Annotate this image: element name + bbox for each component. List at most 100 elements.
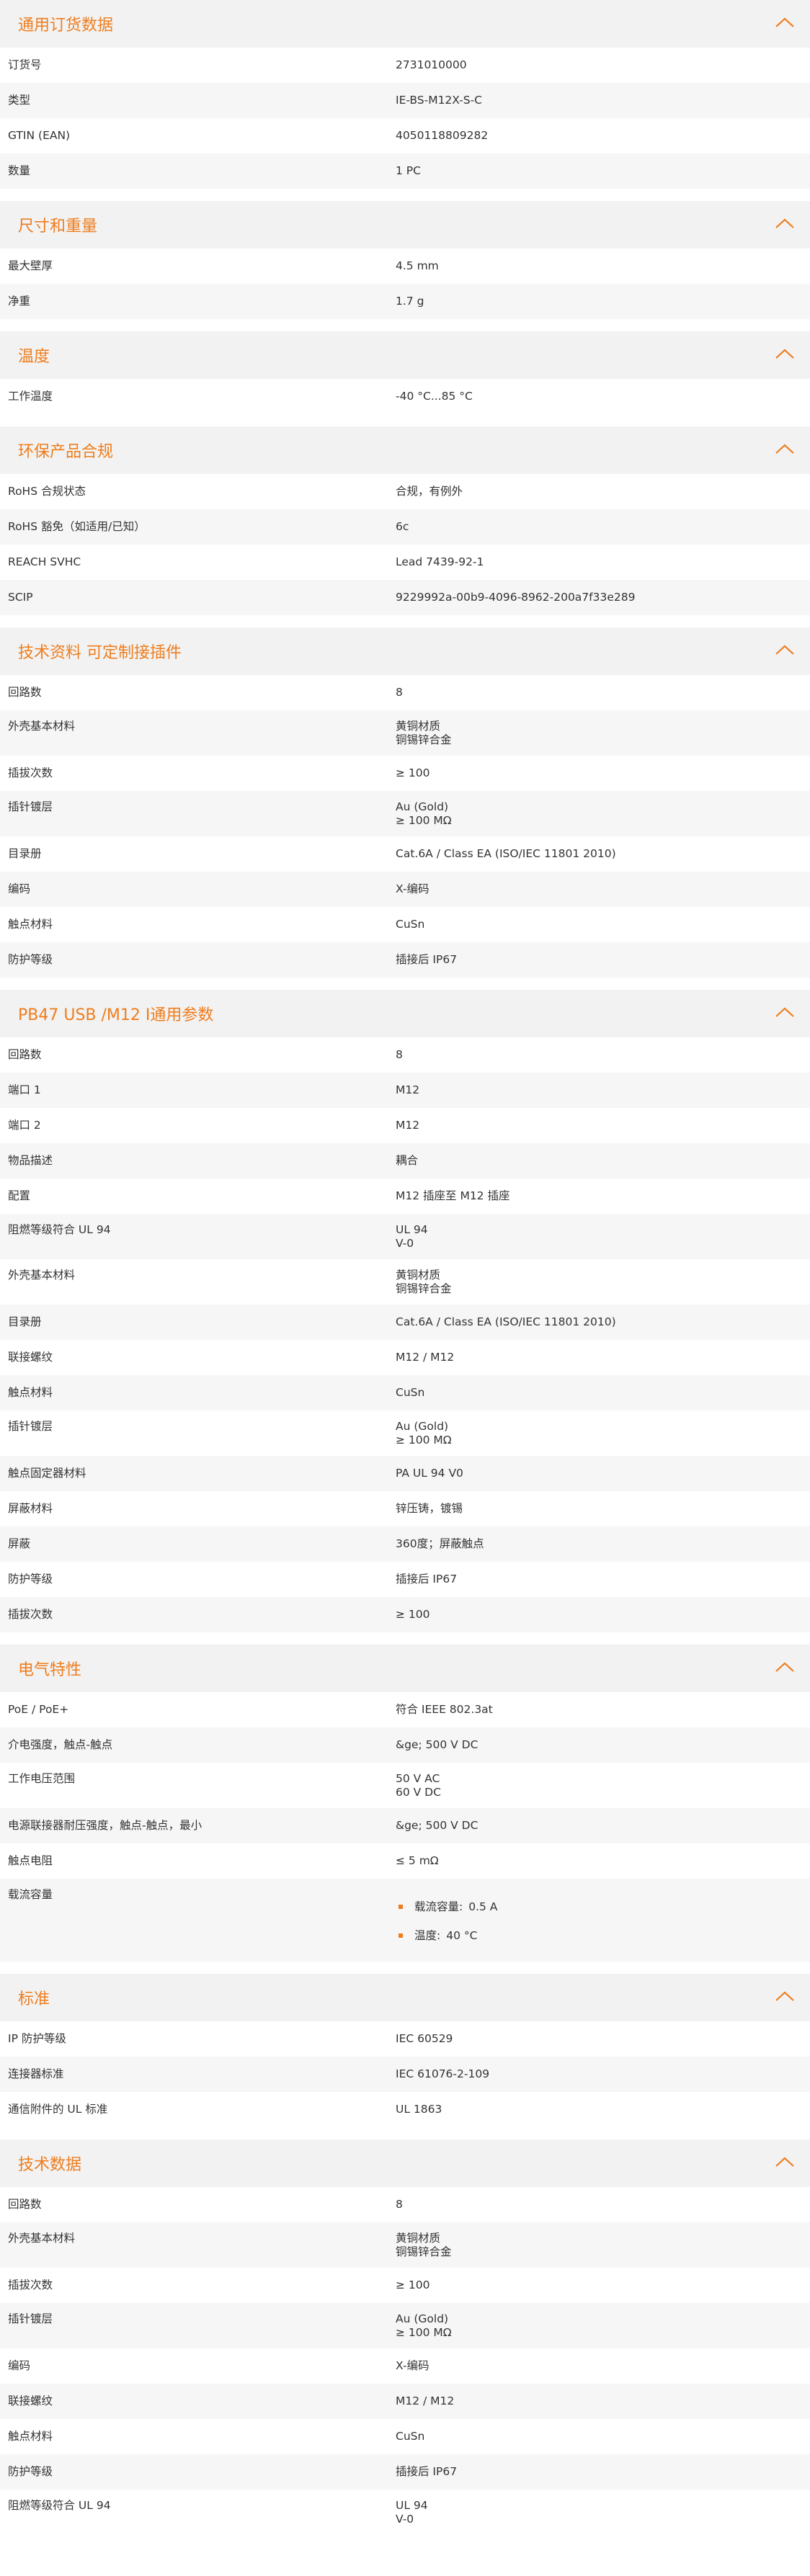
spec-value: PA UL 94 V0 [387, 1456, 810, 1491]
spec-value: M12 [387, 1073, 810, 1108]
spec-value-line: Au (Gold) [396, 1420, 449, 1433]
spec-label: 阻燃等级符合 UL 94 [8, 2499, 111, 2512]
spec-section: 通用订货数据 订货号 2731010000 类型 IE-BS-M12X-S-C GTIN … [0, 0, 810, 189]
spec-row: 阻燃等级符合 UL 94 UL 94 V-0 [0, 2490, 810, 2535]
chevron-up-icon[interactable] [774, 2155, 796, 2171]
spec-row: 插针镀层 Au (Gold) ≥ 100 MΩ [0, 2303, 810, 2348]
spec-value-line: 1 PC [396, 164, 421, 177]
spec-value-line: CuSn [396, 1386, 425, 1399]
section-header[interactable]: 电气特性 [0, 1645, 810, 1692]
spec-label: 电源联接器耐压强度，触点-触点，最小 [8, 1819, 202, 1832]
spec-value: UL 94 V-0 [387, 2490, 810, 2535]
section-header[interactable]: 环保产品合规 [0, 426, 810, 474]
section-title: 环保产品合规 [18, 443, 114, 461]
spec-row: 目录册 Cat.6A / Class EA (ISO/IEC 11801 2010… [0, 836, 810, 872]
spec-row: 触点固定器材料 PA UL 94 V0 [0, 1456, 810, 1491]
spec-value: IEC 61076-2-109 [387, 2057, 810, 2092]
spec-value: Cat.6A / Class EA (ISO/IEC 11801 2010) [387, 836, 810, 872]
section-title: 标准 [18, 1990, 50, 2008]
spec-value: 锌压铸，镀锡 [387, 1491, 810, 1526]
section-rows: 回路数 8 外壳基本材料 黄铜材质 铜锡锌合金 插拔次数 ≥ 100 插针镀层 Au (Gold… [0, 2187, 810, 2535]
spec-value: 1 PC [387, 153, 810, 189]
section-header[interactable]: 标准 [0, 1974, 810, 2021]
spec-row: 净重 1.7 g [0, 284, 810, 319]
spec-row: 外壳基本材料 黄铜材质 铜锡锌合金 [0, 1259, 810, 1305]
spec-value-line: IE-BS-M12X-S-C [396, 94, 482, 107]
chevron-up-icon[interactable] [774, 643, 796, 659]
spec-row: 防护等级 插接后 IP67 [0, 2454, 810, 2490]
spec-label: IP 防护等级 [8, 2032, 66, 2045]
spec-value: M12 / M12 [387, 2384, 810, 2419]
spec-value-line: M12 [396, 1119, 420, 1132]
spec-value-line: ≥ 100 MΩ [396, 2326, 452, 2339]
spec-row: PoE / PoE+ 符合 IEEE 802.3at [0, 1692, 810, 1727]
section-header[interactable]: 技术数据 [0, 2139, 810, 2187]
section-header[interactable]: 温度 [0, 331, 810, 379]
spec-label: 插针镀层 [8, 1420, 53, 1433]
spec-row: 触点材料 CuSn [0, 1375, 810, 1410]
spec-value: ≥ 100 [387, 2268, 810, 2303]
spec-label: PoE / PoE+ [8, 1703, 69, 1716]
spec-value: 黄铜材质 铜锡锌合金 [387, 1259, 810, 1305]
spec-value-line: 合规，有例外 [396, 485, 463, 498]
spec-value-line: 9229992a-00b9-4096-8962-200a7f33e289 [396, 591, 636, 604]
spec-label: REACH SVHC [8, 555, 81, 568]
spec-label: 联接螺纹 [8, 2394, 53, 2407]
product-spec-page: 通用订货数据 订货号 2731010000 类型 IE-BS-M12X-S-C GTIN … [0, 0, 810, 2535]
spec-value-line: 黄铜材质 [396, 2232, 441, 2245]
spec-value-line: X-编码 [396, 882, 430, 895]
spec-label: 防护等级 [8, 2465, 53, 2478]
spec-row: 外壳基本材料 黄铜材质 铜锡锌合金 [0, 2222, 810, 2268]
spec-value: X-编码 [387, 872, 810, 907]
chevron-up-icon[interactable] [774, 16, 796, 32]
spec-value-line: 6c [396, 520, 409, 533]
spec-label: 物品描述 [8, 1154, 53, 1167]
section-title: 电气特性 [18, 1661, 82, 1679]
section-title: 尺寸和重量 [18, 218, 98, 236]
spec-value-line: &ge; 500 V DC [396, 1819, 479, 1832]
chevron-up-icon[interactable] [774, 442, 796, 458]
section-header[interactable]: 尺寸和重量 [0, 201, 810, 249]
spec-value-line: Cat.6A / Class EA (ISO/IEC 11801 2010) [396, 847, 616, 860]
spec-label: 端口 1 [8, 1083, 41, 1096]
spec-value: 1.7 g [387, 284, 810, 319]
spec-section: 环保产品合规 RoHS 合规状态 合规，有例外 RoHS 豁免（如适用/已知） 6c RE… [0, 426, 810, 615]
spec-value-line: Lead 7439-92-1 [396, 555, 484, 568]
section-header[interactable]: 通用订货数据 [0, 0, 810, 48]
spec-label: 净重 [8, 295, 31, 308]
spec-value-line: 符合 IEEE 802.3at [396, 1703, 493, 1716]
spec-value-line: &ge; 500 V DC [396, 1738, 479, 1751]
spec-value: Lead 7439-92-1 [387, 545, 810, 580]
spec-value-line: IEC 60529 [396, 2032, 453, 2045]
spec-row: 介电强度，触点-触点 &ge; 500 V DC [0, 1727, 810, 1763]
spec-value: 4050118809282 [387, 118, 810, 153]
bullet-value: 40 °C [446, 1928, 478, 1942]
spec-value: 插接后 IP67 [387, 1562, 810, 1597]
spec-row: 最大壁厚 4.5 mm [0, 249, 810, 284]
chevron-up-icon[interactable] [774, 1660, 796, 1676]
spec-row: 屏蔽 360度；屏蔽触点 [0, 1526, 810, 1562]
spec-row: 编码 X-编码 [0, 872, 810, 907]
spec-row: 屏蔽材料 锌压铸，镀锡 [0, 1491, 810, 1526]
section-header[interactable]: 技术资料 可定制接插件 [0, 627, 810, 675]
spec-value: Cat.6A / Class EA (ISO/IEC 11801 2010) [387, 1305, 810, 1340]
spec-label: 目录册 [8, 847, 42, 860]
spec-label: 触点固定器材料 [8, 1467, 86, 1480]
chevron-up-icon[interactable] [774, 347, 796, 363]
square-bullet-icon [399, 1905, 403, 1909]
spec-row: 配置 M12 插座至 M12 插座 [0, 1179, 810, 1214]
spec-value-line: IEC 61076-2-109 [396, 2067, 490, 2080]
chevron-up-icon[interactable] [774, 1990, 796, 2005]
chevron-up-icon[interactable] [774, 217, 796, 233]
spec-value-line: 铜锡锌合金 [396, 2245, 452, 2258]
section-header[interactable]: PB47 USB /M12 I通用参数 [0, 990, 810, 1037]
spec-row: 载流容量 载流容量: 0.5 A 温度: 40 °C [0, 1879, 810, 1962]
spec-value-line: 8 [396, 2198, 403, 2211]
spec-row: 触点电阻 ≤ 5 mΩ [0, 1843, 810, 1879]
spec-label: 外壳基本材料 [8, 720, 76, 733]
chevron-up-icon[interactable] [774, 1006, 796, 1021]
spec-value-line: Cat.6A / Class EA (ISO/IEC 11801 2010) [396, 1315, 616, 1328]
spec-value: 6c [387, 509, 810, 545]
spec-label: 触点材料 [8, 1386, 53, 1399]
spec-label: 外壳基本材料 [8, 2232, 76, 2245]
